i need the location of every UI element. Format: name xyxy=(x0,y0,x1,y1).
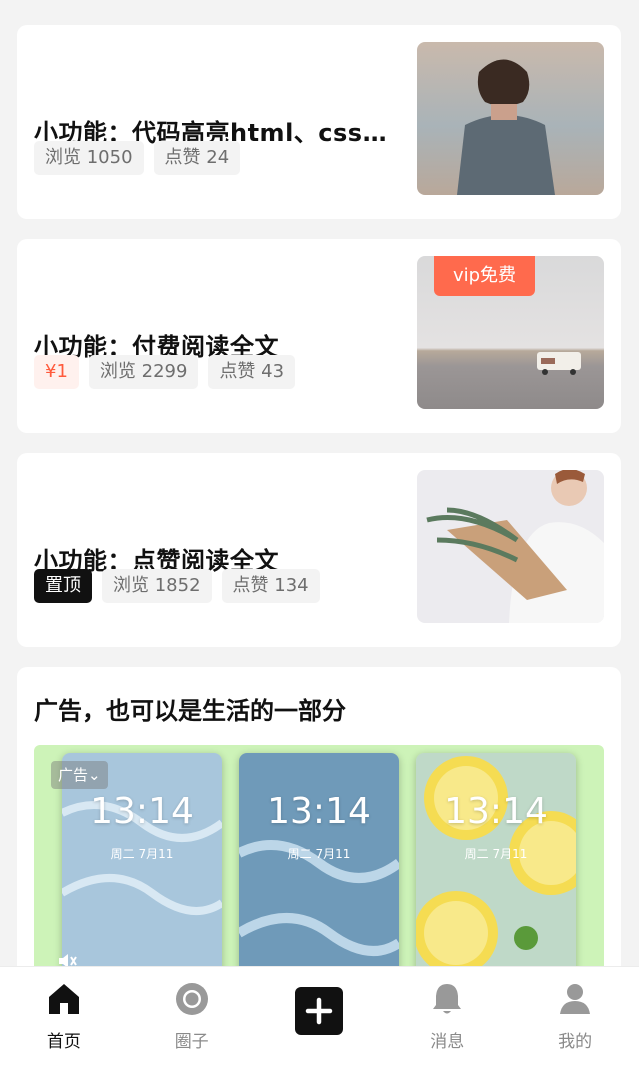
plus-icon xyxy=(295,987,344,1035)
ad-banner[interactable]: 13:14 周二 7月11 13:14 周二 7月11 13:14 周二 7月1… xyxy=(34,745,604,977)
tab-label: 首页 xyxy=(46,1032,81,1052)
user-icon xyxy=(560,984,591,1014)
ad-title: 广告，也可以是生活的一部分 xyxy=(34,697,346,725)
wallpaper-preview[interactable]: 13:14 周二 7月11 xyxy=(416,753,576,977)
lockscreen-time: 13:14 xyxy=(267,791,371,832)
post-thumbnail[interactable]: vip免费 xyxy=(417,256,604,409)
post-tags: ¥1 浏览 2299 点赞 43 xyxy=(34,355,296,389)
post-card[interactable]: 小功能：点赞阅读全文 置顶 浏览 1852 点赞 134 xyxy=(17,453,621,647)
bottom-tab-bar: 首页 圈子 消息 我的 xyxy=(0,966,639,1075)
tab-label: 我的 xyxy=(558,1032,593,1052)
wallpaper-preview[interactable]: 13:14 周二 7月11 xyxy=(239,753,399,977)
views-tag: 浏览 1050 xyxy=(34,141,144,175)
lockscreen-date: 周二 7月11 xyxy=(287,847,351,861)
home-icon xyxy=(48,984,79,1014)
lockscreen-date: 周二 7月11 xyxy=(110,847,174,861)
post-card[interactable]: 小功能：付费阅读全文 ¥1 浏览 2299 点赞 43 vip免费 xyxy=(17,239,621,433)
ad-label-text: 广告 xyxy=(58,766,89,784)
post-tags: 浏览 1050 点赞 24 xyxy=(34,141,241,175)
views-tag: 浏览 1852 xyxy=(102,569,212,603)
tab-circle[interactable]: 圈子 xyxy=(128,967,256,1075)
tab-create[interactable] xyxy=(256,967,384,1075)
ad-card[interactable]: 广告，也可以是生活的一部分 13:14 周二 7月11 13:14 周二 7月1… xyxy=(17,667,621,977)
views-tag: 浏览 2299 xyxy=(88,355,199,389)
ad-label[interactable]: 广告⌄ xyxy=(51,761,108,789)
post-feed: 小功能：代码高亮html、css... 浏览 1050 点赞 24 小功能：付费… xyxy=(17,25,621,977)
tab-messages[interactable]: 消息 xyxy=(383,967,511,1075)
post-card[interactable]: 小功能：代码高亮html、css... 浏览 1050 点赞 24 xyxy=(17,25,621,219)
pinned-tag: 置顶 xyxy=(34,569,92,603)
post-thumbnail[interactable] xyxy=(417,42,604,195)
lockscreen-time: 13:14 xyxy=(90,791,194,832)
likes-tag: 点赞 134 xyxy=(221,569,320,603)
post-thumbnail[interactable] xyxy=(417,470,604,623)
vip-free-badge: vip免费 xyxy=(434,256,535,296)
chevron-down-icon: ⌄ xyxy=(88,766,101,784)
bell-icon xyxy=(433,984,462,1014)
post-tags: 置顶 浏览 1852 点赞 134 xyxy=(34,569,320,603)
tab-label: 消息 xyxy=(430,1032,465,1052)
lockscreen-time: 13:14 xyxy=(444,791,548,832)
circle-icon xyxy=(175,983,208,1015)
tab-profile[interactable]: 我的 xyxy=(511,967,639,1075)
tab-label: 圈子 xyxy=(174,1032,209,1052)
tab-home[interactable]: 首页 xyxy=(0,967,128,1075)
lockscreen-date: 周二 7月11 xyxy=(464,847,528,861)
likes-tag: 点赞 43 xyxy=(208,355,296,389)
price-tag: ¥1 xyxy=(34,355,79,389)
likes-tag: 点赞 24 xyxy=(153,141,241,175)
